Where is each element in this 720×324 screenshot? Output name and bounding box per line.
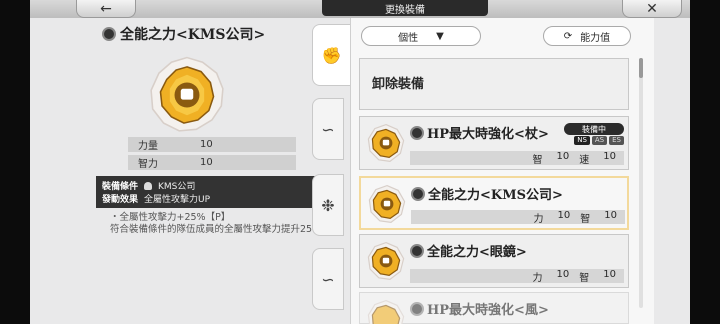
gear-icon	[411, 186, 425, 201]
equipped-badge: 裝備中	[564, 123, 624, 135]
item-stats: 智 10 速 10	[410, 150, 624, 166]
back-arrow-icon: ←	[100, 0, 112, 17]
item-name: HP最大時強化<杖>	[427, 127, 549, 142]
tag-as: AS	[591, 136, 608, 145]
tag-ns: NS	[574, 136, 590, 145]
detail-name: 全能之力<KMS公司>	[120, 27, 266, 43]
screen-edge-right	[690, 0, 720, 324]
stat-row-int: 智力 10	[128, 155, 296, 170]
item-stats: 力 10 智 10	[411, 209, 625, 225]
item-name: 全能之力<眼鏡>	[427, 245, 527, 260]
stat-value: 10	[603, 150, 616, 162]
stat-label: 智力	[138, 159, 158, 170]
item-name-row: HP最大時強化<風>	[410, 299, 549, 318]
stat-label: 力	[532, 272, 543, 284]
tag-es: ES	[609, 136, 624, 145]
effect-description: ・全屬性攻擊力+25%【P】 符合裝備條件的隊伍成員的全屬性攻擊力提升25%	[110, 212, 330, 236]
fist-icon: ✊	[321, 45, 342, 65]
stat-label: 速	[579, 154, 590, 166]
item-name-row: HP最大時強化<杖>	[410, 123, 549, 142]
condition-label: 裝備條件	[102, 182, 139, 192]
tab-swirl[interactable]: ∽	[312, 98, 344, 160]
stat-label: 力	[533, 213, 544, 225]
list-item-selected[interactable]: 全能之力<KMS公司> 力 10 智 10	[359, 176, 629, 230]
tab-gear[interactable]: ❉	[312, 174, 344, 236]
filter-row: 個性 ▼ ⟳ 能力值	[361, 26, 637, 46]
effect-line: 符合裝備條件的隊伍成員的全屬性攻擊力提升25%	[110, 224, 322, 235]
list-item[interactable]: HP最大時強化<杖> 裝備中 NS AS ES 智 10 速 10	[359, 116, 629, 170]
gear-icon	[410, 301, 424, 316]
spiral-icon: ∽	[321, 269, 335, 289]
stat-label: 智	[579, 272, 590, 284]
item-name: 全能之力<KMS公司>	[428, 188, 563, 203]
screen-edge-left	[0, 0, 30, 324]
trigger-label: 發動效果	[102, 195, 139, 205]
effect-line: ・全屬性攻擊力+25%【P】	[110, 212, 231, 223]
dropdown-value: 個性	[398, 32, 419, 44]
close-icon: ✕	[646, 0, 658, 17]
person-icon	[144, 181, 153, 190]
item-emblem	[367, 241, 405, 281]
detail-title: 全能之力<KMS公司>	[102, 24, 265, 44]
scroll-thumb[interactable]	[639, 58, 643, 78]
tag-group: NS AS ES	[574, 136, 624, 145]
gear-icon: ❉	[321, 195, 335, 215]
tab-fist[interactable]: ✊	[312, 24, 350, 86]
stat-value: 10	[603, 268, 616, 280]
stat-value: 10	[200, 139, 213, 150]
unequip-button[interactable]: 卸除裝備	[359, 58, 629, 110]
sort-label: 能力值	[580, 32, 611, 44]
emblem-frame	[150, 56, 224, 132]
scrollbar[interactable]	[639, 58, 643, 308]
stat-label: 智	[532, 154, 543, 166]
gear-icon	[410, 243, 424, 258]
detail-panel: 全能之力<KMS公司> 力量 10 智力 10 裝備條件 KMS公司 發動效果 …	[30, 18, 332, 324]
trigger-value: 全屬性攻擊力UP	[144, 195, 211, 205]
stat-label: 智	[580, 213, 591, 225]
page-title: 更換裝備	[322, 0, 488, 16]
condition-value: KMS公司	[158, 182, 196, 192]
item-name-row: 全能之力<KMS公司>	[411, 184, 563, 203]
top-bar: ← 更換裝備 ✕	[30, 0, 690, 18]
list-item[interactable]: HP最大時強化<風>	[359, 292, 629, 324]
close-button[interactable]: ✕	[622, 0, 682, 18]
item-stats: 力 10 智 10	[410, 268, 624, 284]
item-name: HP最大時強化<風>	[427, 303, 549, 318]
stat-value: 10	[604, 209, 617, 221]
chevron-down-icon: ▼	[436, 30, 444, 42]
stat-row-str: 力量 10	[128, 137, 296, 152]
stat-value: 10	[200, 157, 213, 168]
refresh-icon: ⟳	[563, 30, 573, 42]
stat-value: 10	[556, 150, 570, 162]
list-item[interactable]: 全能之力<眼鏡> 力 10 智 10	[359, 234, 629, 288]
stat-value: 10	[557, 209, 571, 221]
condition-box: 裝備條件 KMS公司 發動效果 全屬性攻擊力UP	[96, 176, 332, 208]
item-emblem	[368, 184, 406, 224]
item-emblem	[367, 123, 405, 163]
item-emblem	[367, 299, 405, 324]
category-sidebar: ✊ ∽ ❉ ∽	[306, 18, 350, 324]
back-button[interactable]: ←	[76, 0, 136, 18]
gear-icon	[102, 27, 116, 41]
item-name-row: 全能之力<眼鏡>	[410, 241, 527, 260]
stat-value: 10	[556, 268, 570, 280]
item-emblem-large	[150, 56, 224, 132]
filter-dropdown[interactable]: 個性 ▼	[361, 26, 481, 46]
sort-button[interactable]: ⟳ 能力值	[543, 26, 631, 46]
tab-spiral[interactable]: ∽	[312, 248, 344, 310]
gear-icon	[410, 125, 424, 140]
stat-label: 力量	[138, 141, 158, 152]
swirl-icon: ∽	[321, 119, 335, 139]
equipment-list-panel: 個性 ▼ ⟳ 能力值 卸除裝備 HP最大時強化<杖> 裝備中 NS AS ES …	[350, 18, 654, 324]
